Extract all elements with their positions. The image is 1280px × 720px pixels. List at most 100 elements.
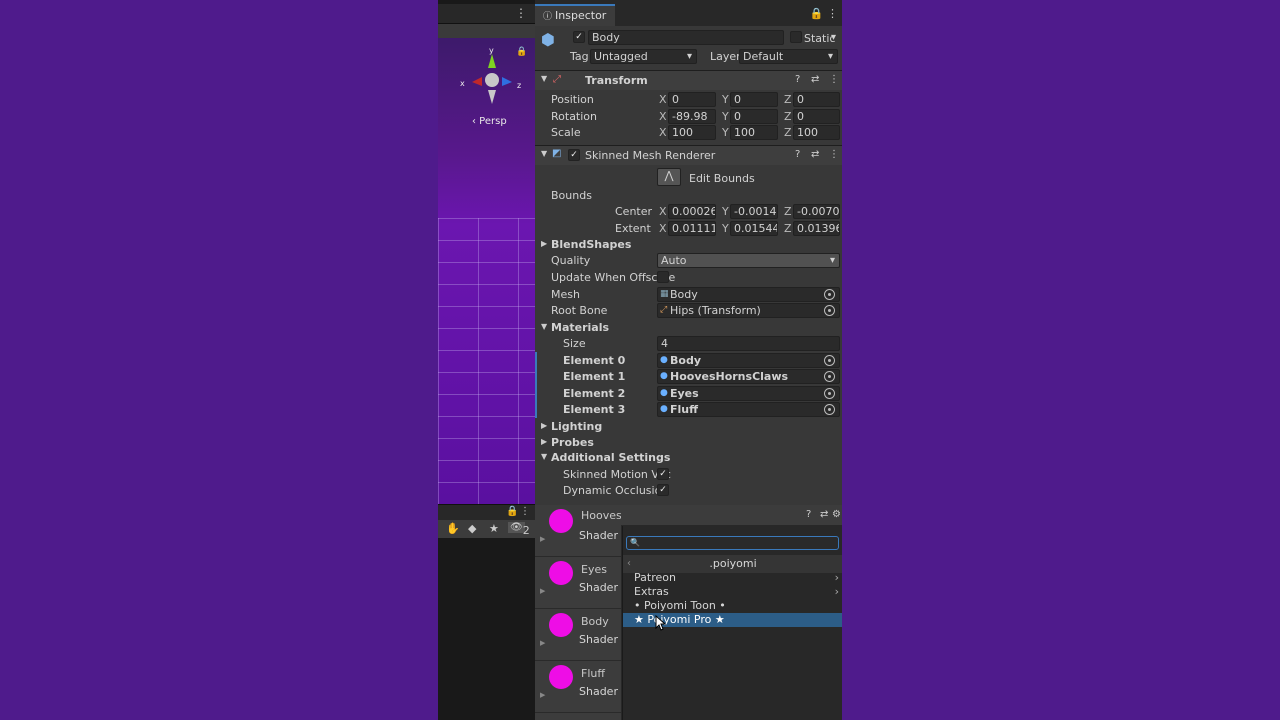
- root-bone-field[interactable]: ⤢ Hips (Transform): [657, 303, 840, 318]
- lock-icon[interactable]: 🔒: [506, 506, 518, 517]
- object-picker-icon[interactable]: [824, 388, 835, 399]
- preset-icon[interactable]: ⇄: [811, 74, 819, 85]
- object-picker-icon[interactable]: [824, 305, 835, 316]
- quality-dropdown[interactable]: Auto: [657, 253, 840, 268]
- foldout-arrow-icon[interactable]: ▶: [541, 437, 547, 446]
- mesh-row: Mesh ▦ Body: [535, 287, 842, 303]
- element-field[interactable]: ● Body: [657, 353, 840, 368]
- center-x-field[interactable]: 0.00026: [668, 204, 716, 219]
- element-field[interactable]: ● Fluff: [657, 402, 840, 417]
- active-checkbox[interactable]: ✓: [573, 31, 585, 43]
- object-picker-icon[interactable]: [824, 371, 835, 382]
- object-name-field[interactable]: Body: [588, 30, 784, 45]
- rotation-x-field[interactable]: -89.98: [668, 109, 716, 124]
- element-row: Element 3 ● Fluff: [535, 402, 842, 418]
- center-z-field[interactable]: -0.0070’: [793, 204, 840, 219]
- more-options-icon[interactable]: ⋮: [829, 74, 839, 85]
- material-icon: ●: [660, 388, 668, 398]
- help-icon[interactable]: ?: [795, 74, 800, 85]
- more-options-icon[interactable]: ⋮: [515, 6, 527, 20]
- update-offscreen-row: Update When Offscree: [535, 270, 842, 286]
- rotation-row: Rotation X -89.98 Y 0 Z 0: [535, 109, 842, 125]
- hand-tool-icon[interactable]: ✋: [446, 522, 460, 535]
- foldout-arrow-icon[interactable]: ▶: [540, 691, 545, 699]
- foldout-arrow-icon[interactable]: ▶: [540, 639, 545, 647]
- mesh-value: Body: [670, 288, 698, 301]
- material-item[interactable]: Eyes Shader ▶: [535, 557, 621, 609]
- materials-row[interactable]: ▼ Materials: [535, 320, 842, 336]
- position-z-field[interactable]: 0: [793, 92, 840, 107]
- tag-icon[interactable]: ◆: [468, 522, 476, 535]
- materials-panel: HoovesHornsClaws Shader ▶ Eyes Shader ▶ …: [535, 505, 686, 720]
- shader-menu-item[interactable]: Patreon ›: [623, 571, 842, 585]
- shader-menu-title: .poiyomi: [709, 557, 757, 570]
- star-icon[interactable]: ★: [489, 522, 499, 535]
- lock-icon[interactable]: 🔒 ⋮: [810, 7, 838, 20]
- static-checkbox[interactable]: [790, 31, 802, 43]
- scale-z-field[interactable]: 100: [793, 125, 840, 140]
- dynamic-occlusion-checkbox[interactable]: ✓: [657, 484, 669, 496]
- rotation-z-field[interactable]: 0: [793, 109, 840, 124]
- center-y-field[interactable]: -0.0014’: [730, 204, 778, 219]
- position-y-field[interactable]: 0: [730, 92, 778, 107]
- static-dropdown[interactable]: Static: [804, 32, 840, 45]
- scale-y-field[interactable]: 100: [730, 125, 778, 140]
- shader-search-input[interactable]: 🔍: [626, 536, 839, 550]
- foldout-arrow-icon[interactable]: ▶: [541, 421, 547, 430]
- more-options-icon[interactable]: ⋮: [829, 149, 839, 160]
- persp-label[interactable]: ‹ Persp: [472, 116, 507, 127]
- extent-row: Extent X 0.011118 Y 0.01544ı Z 0.01396’: [535, 221, 842, 237]
- tag-dropdown[interactable]: Untagged: [590, 49, 697, 64]
- extent-label: Extent: [615, 222, 651, 235]
- foldout-arrow-icon[interactable]: ▶: [541, 239, 547, 248]
- extent-x-field[interactable]: 0.011118: [668, 221, 716, 236]
- element-value: Fluff: [670, 403, 699, 416]
- preset-icon[interactable]: ⇄: [820, 509, 828, 520]
- gear-icon[interactable]: ⚙: [832, 509, 841, 520]
- scene-viewport[interactable]: y x z 🔒 ‹ Persp: [438, 38, 535, 504]
- foldout-arrow-icon[interactable]: ▼: [541, 322, 547, 331]
- foldout-arrow-icon[interactable]: ▼: [541, 149, 547, 158]
- help-icon[interactable]: ?: [795, 149, 800, 160]
- foldout-arrow-icon[interactable]: ▶: [540, 535, 545, 543]
- component-enabled-checkbox[interactable]: ✓: [568, 149, 580, 161]
- shader-menu-item[interactable]: Extras ›: [623, 585, 842, 599]
- edit-bounds-button[interactable]: ⋀: [657, 168, 681, 186]
- lighting-row[interactable]: ▶ Lighting: [535, 419, 842, 435]
- mesh-field[interactable]: ▦ Body: [657, 287, 840, 302]
- foldout-arrow-icon[interactable]: ▶: [540, 587, 545, 595]
- extent-y-field[interactable]: 0.01544ı: [730, 221, 778, 236]
- additional-settings-row[interactable]: ▼ Additional Settings: [535, 450, 842, 466]
- preset-icon[interactable]: ⇄: [811, 149, 819, 160]
- scale-x-field[interactable]: 100: [668, 125, 716, 140]
- lock-icon[interactable]: 🔒: [516, 47, 527, 57]
- scene-search-bar[interactable]: [438, 24, 535, 38]
- object-picker-icon[interactable]: [824, 404, 835, 415]
- tab-inspector[interactable]: ⓘ Inspector: [535, 4, 615, 26]
- object-picker-icon[interactable]: [824, 289, 835, 300]
- object-picker-icon[interactable]: [824, 355, 835, 366]
- layer-dropdown[interactable]: Default: [739, 49, 838, 64]
- skinned-mesh-renderer-header[interactable]: ▼ ◩ ✓ Skinned Mesh Renderer ? ⇄ ⋮: [535, 145, 842, 165]
- blendshapes-row[interactable]: ▶ BlendShapes: [535, 237, 842, 253]
- material-item[interactable]: HoovesHornsClaws Shader ▶: [535, 505, 686, 557]
- material-item[interactable]: Fluff Shader ▶: [535, 661, 621, 713]
- size-field[interactable]: 4: [657, 336, 840, 351]
- extent-z-field[interactable]: 0.01396’: [793, 221, 840, 236]
- transform-header[interactable]: ▼ ⤢ Transform ? ⇄ ⋮: [535, 70, 842, 90]
- motion-vectors-checkbox[interactable]: ✓: [657, 468, 669, 480]
- more-options-icon[interactable]: ⋮: [520, 506, 530, 517]
- rotation-y-field[interactable]: 0: [730, 109, 778, 124]
- shader-menu-item[interactable]: • Poiyomi Toon •: [623, 599, 842, 613]
- position-x-field[interactable]: 0: [668, 92, 716, 107]
- help-icon[interactable]: ?: [806, 509, 811, 520]
- element-field[interactable]: ● HoovesHornsClaws: [657, 369, 840, 384]
- hidden-layers-icon[interactable]: 👁 2: [508, 522, 530, 537]
- foldout-arrow-icon[interactable]: ▼: [541, 74, 547, 83]
- foldout-arrow-icon[interactable]: ▼: [541, 452, 547, 461]
- probes-row[interactable]: ▶ Probes: [535, 435, 842, 451]
- element-field[interactable]: ● Eyes: [657, 386, 840, 401]
- update-offscreen-checkbox[interactable]: [657, 271, 669, 283]
- z-label: Z: [784, 222, 792, 235]
- material-item[interactable]: Body Shader ▶: [535, 609, 621, 661]
